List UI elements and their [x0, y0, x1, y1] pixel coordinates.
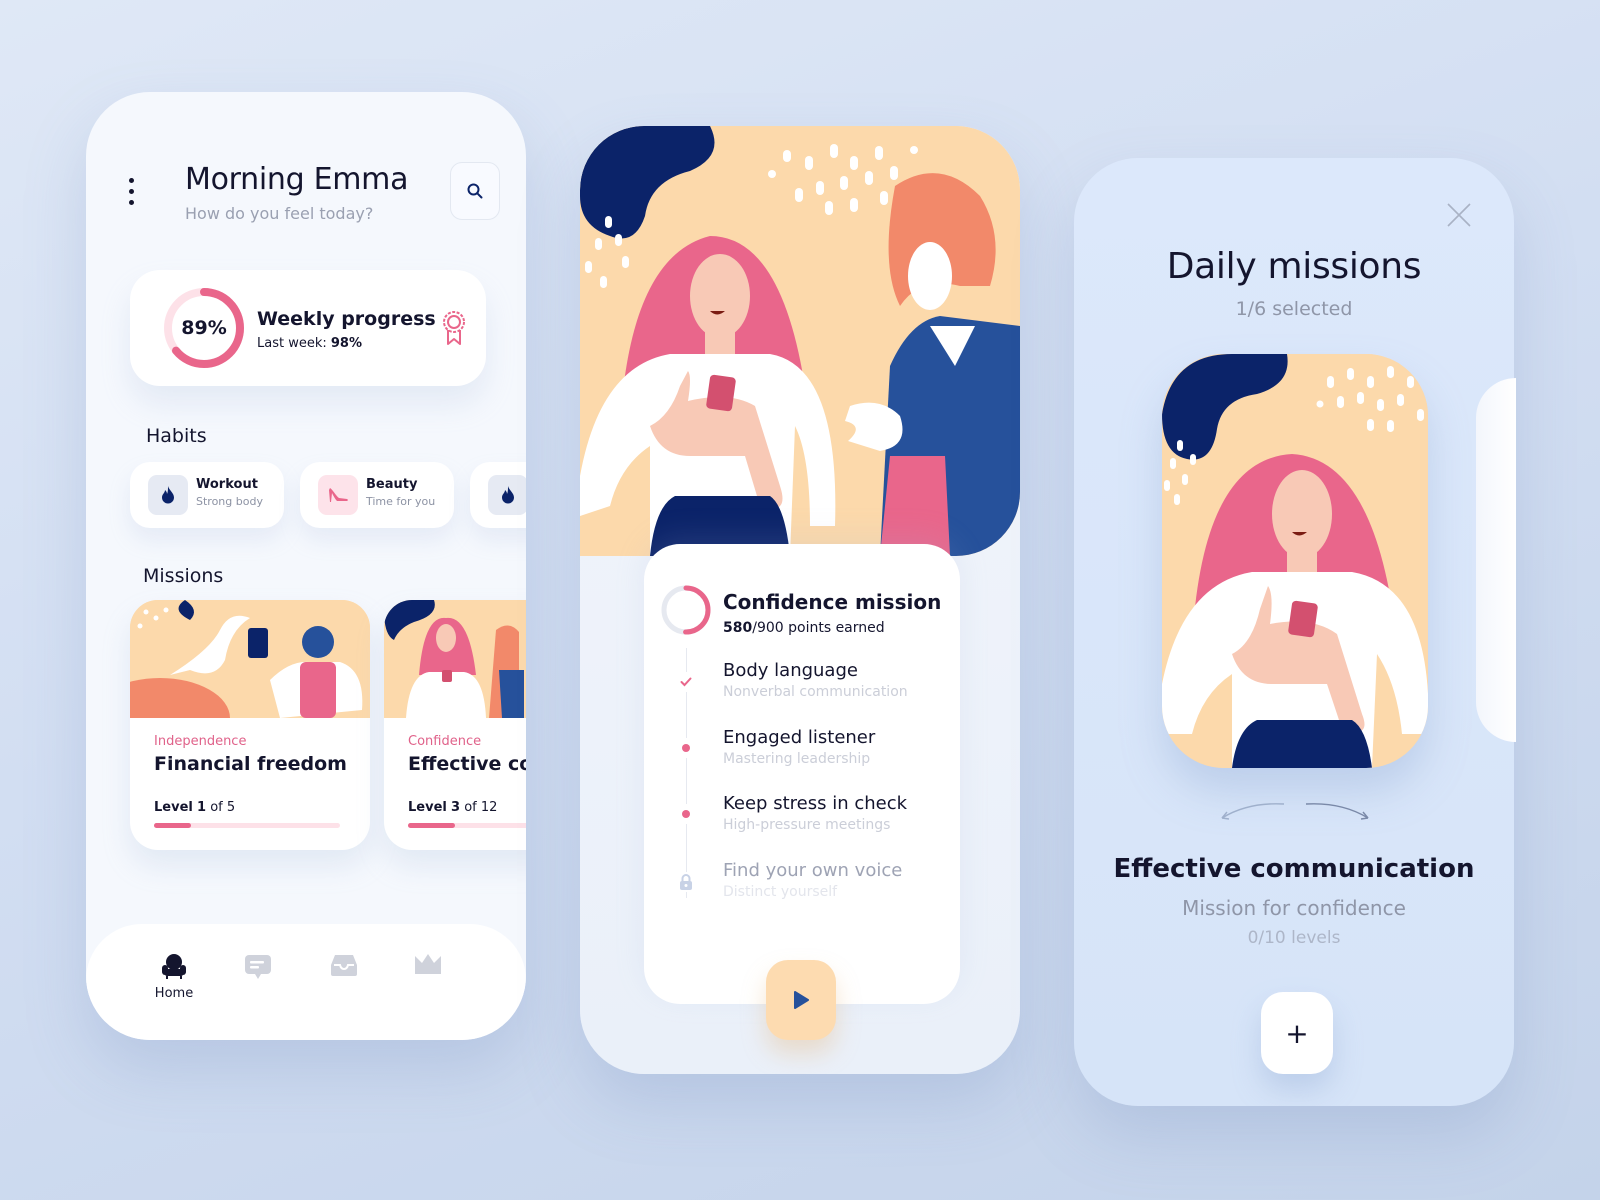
- greeting-title: Morning Emma: [185, 162, 409, 197]
- step-title[interactable]: Engaged listener: [723, 727, 875, 748]
- mission-level: Level 1 of 5: [154, 800, 236, 815]
- step-dot-icon: [676, 804, 696, 824]
- mission-steps-panel: Confidence mission 580/900 points earned…: [644, 544, 960, 1004]
- nav-inbox[interactable]: [322, 952, 366, 1012]
- step-subtitle: Distinct yourself: [723, 884, 838, 900]
- mission-hero-illustration: [580, 126, 1020, 556]
- mission-card-communication[interactable]: Confidence Effective communication Level…: [384, 600, 526, 850]
- habit-card-workout[interactable]: Workout Strong body: [130, 462, 284, 528]
- step-title[interactable]: Keep stress in check: [723, 793, 907, 814]
- weekly-progress-percent: 89%: [181, 317, 227, 339]
- weekly-progress-title: Weekly progress: [257, 308, 436, 330]
- mission-carousel-card[interactable]: [1162, 354, 1428, 768]
- mission-progress-bar: [154, 823, 340, 828]
- chat-icon: [245, 955, 271, 979]
- nav-premium[interactable]: [406, 952, 450, 1012]
- mission-card-financial[interactable]: Independence Financial freedom Level 1 o…: [130, 600, 370, 850]
- bottom-nav: Home: [86, 924, 526, 1040]
- selected-mission-levels: 0/10 levels: [1247, 928, 1341, 948]
- step-subtitle: High-pressure meetings: [723, 817, 891, 833]
- step-dot-icon: [676, 738, 696, 758]
- play-icon: [794, 991, 809, 1009]
- mission-level: Level 3 of 12: [408, 800, 498, 815]
- step-subtitle: Nonverbal communication: [723, 684, 908, 700]
- award-icon: [443, 311, 465, 345]
- daily-missions-title: Daily missions: [1166, 246, 1422, 287]
- step-subtitle: Mastering leadership: [723, 751, 871, 767]
- mission-category: Independence: [154, 734, 247, 749]
- close-icon[interactable]: [1446, 202, 1472, 228]
- missions-heading: Missions: [143, 565, 224, 587]
- search-icon: [467, 183, 483, 199]
- nav-home[interactable]: Home: [152, 952, 196, 1012]
- flame-icon: [148, 475, 188, 515]
- check-icon: [676, 672, 696, 692]
- daily-missions-screen: Daily missions 1/6 selected Effective co…: [1074, 158, 1514, 1106]
- mission-title: Effective communication: [408, 753, 526, 775]
- mission-illustration: [1162, 354, 1428, 768]
- mission-illustration: [384, 600, 526, 718]
- nav-chat[interactable]: [236, 952, 280, 1012]
- mission-progress-bar: [408, 823, 526, 828]
- mission-points: 580/900 points earned: [723, 620, 885, 636]
- mission-illustration: [130, 600, 370, 718]
- step-title[interactable]: Body language: [723, 660, 858, 681]
- selected-count: 1/6 selected: [1235, 298, 1353, 320]
- mission-title: Confidence mission: [723, 590, 942, 614]
- last-week-value: 98%: [330, 336, 363, 351]
- add-mission-button[interactable]: +: [1261, 992, 1333, 1074]
- lock-icon: [676, 872, 696, 892]
- next-screen-peek: [1476, 378, 1516, 742]
- habit-desc: Time for you: [366, 495, 436, 508]
- crown-icon: [415, 954, 441, 974]
- greeting-subtitle: How do you feel today?: [185, 204, 374, 223]
- mission-points-ring: [661, 585, 711, 635]
- inbox-icon: [331, 955, 357, 976]
- mission-category: Confidence: [408, 734, 482, 749]
- mission-progress-fill: [408, 823, 455, 828]
- habit-name: Beauty: [366, 477, 418, 492]
- mission-progress-fill: [154, 823, 192, 828]
- more-menu-icon[interactable]: [126, 178, 136, 208]
- habit-name: Workout: [196, 477, 258, 492]
- last-week-text: Last week: 98%: [257, 336, 363, 351]
- play-button[interactable]: [766, 960, 836, 1040]
- habits-heading: Habits: [146, 425, 207, 447]
- home-screen: Morning Emma How do you feel today? 89% …: [86, 92, 526, 1040]
- swipe-right-arrow-icon[interactable]: [1302, 798, 1372, 828]
- search-button[interactable]: [450, 162, 500, 220]
- habit-card-partial[interactable]: [470, 462, 526, 528]
- mission-title: Financial freedom: [154, 753, 347, 775]
- selected-mission-subtitle: Mission for confidence: [1182, 896, 1406, 920]
- swipe-left-arrow-icon[interactable]: [1218, 798, 1288, 828]
- nav-home-label: Home: [154, 986, 194, 1001]
- high-heel-icon: [318, 475, 358, 515]
- flame-icon: [488, 475, 526, 515]
- selected-mission-title: Effective communication: [1113, 854, 1475, 884]
- weekly-progress-card[interactable]: 89% Weekly progress Last week: 98%: [130, 270, 486, 386]
- habit-desc: Strong body: [196, 495, 263, 508]
- mission-detail-screen: Confidence mission 580/900 points earned…: [580, 126, 1020, 1074]
- step-title: Find your own voice: [723, 860, 903, 881]
- habit-card-beauty[interactable]: Beauty Time for you: [300, 462, 454, 528]
- armchair-icon: [162, 954, 186, 979]
